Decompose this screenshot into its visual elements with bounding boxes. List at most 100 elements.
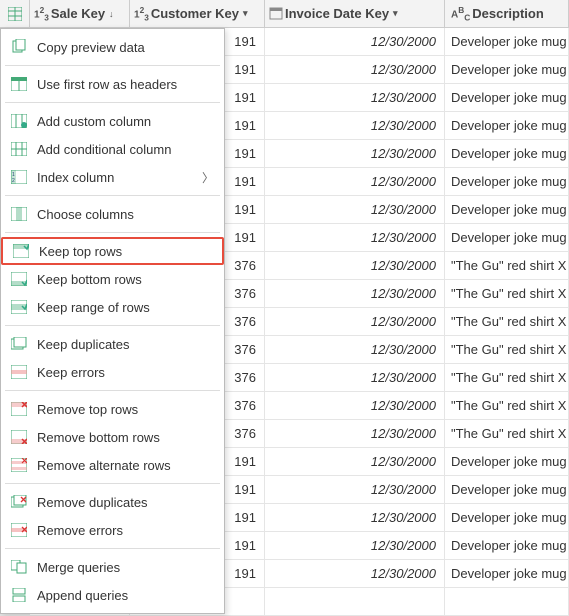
keep-duplicates-icon bbox=[9, 334, 29, 354]
menu-label: Index column bbox=[37, 170, 114, 185]
cell-invoice-date[interactable]: 12/30/2000 bbox=[265, 364, 445, 391]
menu-separator bbox=[5, 390, 220, 391]
cell-invoice-date[interactable]: 12/30/2000 bbox=[265, 28, 445, 55]
cell-invoice-date[interactable]: 12/30/2000 bbox=[265, 252, 445, 279]
menu-label: Choose columns bbox=[37, 207, 134, 222]
cell-description[interactable]: Developer joke mug bbox=[445, 448, 569, 475]
column-header-invoice-date-key[interactable]: Invoice Date Key ▾ bbox=[265, 0, 445, 27]
keep-errors-icon bbox=[9, 362, 29, 382]
cell-invoice-date[interactable]: 12/30/2000 bbox=[265, 504, 445, 531]
menu-separator bbox=[5, 548, 220, 549]
menu-label: Copy preview data bbox=[37, 40, 145, 55]
menu-label: Remove alternate rows bbox=[37, 458, 171, 473]
column-label: Customer Key bbox=[151, 6, 239, 21]
menu-merge-queries[interactable]: Merge queries bbox=[1, 553, 224, 581]
menu-label: Keep errors bbox=[37, 365, 105, 380]
copy-icon bbox=[9, 37, 29, 57]
cell-invoice-date[interactable]: 12/30/2000 bbox=[265, 196, 445, 223]
cell-description[interactable]: "The Gu" red shirt X bbox=[445, 392, 569, 419]
cell-invoice-date[interactable]: 12/30/2000 bbox=[265, 56, 445, 83]
menu-keep-bottom-rows[interactable]: Keep bottom rows bbox=[1, 265, 224, 293]
cell-invoice-date[interactable]: 12/30/2000 bbox=[265, 420, 445, 447]
merge-icon bbox=[9, 557, 29, 577]
cell-invoice-date[interactable]: 12/30/2000 bbox=[265, 392, 445, 419]
filter-dropdown-icon[interactable]: ▾ bbox=[243, 8, 248, 19]
menu-label: Add custom column bbox=[37, 114, 151, 129]
menu-label: Keep range of rows bbox=[37, 300, 150, 315]
cell-description[interactable]: Developer joke mug bbox=[445, 28, 569, 55]
menu-keep-range-of-rows[interactable]: Keep range of rows bbox=[1, 293, 224, 321]
column-header-description[interactable]: ABC Description bbox=[445, 0, 569, 27]
menu-add-custom-column[interactable]: Add custom column bbox=[1, 107, 224, 135]
menu-use-first-row-as-headers[interactable]: Use first row as headers bbox=[1, 70, 224, 98]
cell-description[interactable]: "The Gu" red shirt X bbox=[445, 280, 569, 307]
cell-invoice-date[interactable]: 12/30/2000 bbox=[265, 448, 445, 475]
cell-description[interactable]: Developer joke mug bbox=[445, 84, 569, 111]
menu-remove-errors[interactable]: Remove errors bbox=[1, 516, 224, 544]
table-menu-button[interactable] bbox=[0, 0, 30, 27]
cell-invoice-date[interactable]: 12/30/2000 bbox=[265, 84, 445, 111]
cell-description[interactable]: Developer joke mug bbox=[445, 476, 569, 503]
table-context-menu: Copy preview data Use first row as heade… bbox=[0, 28, 225, 614]
menu-label: Remove top rows bbox=[37, 402, 138, 417]
menu-remove-top-rows[interactable]: Remove top rows bbox=[1, 395, 224, 423]
cell-description[interactable]: "The Gu" red shirt X bbox=[445, 252, 569, 279]
filter-dropdown-icon[interactable]: ▾ bbox=[393, 8, 398, 19]
cell-description[interactable]: Developer joke mug bbox=[445, 532, 569, 559]
choose-columns-icon bbox=[9, 204, 29, 224]
remove-duplicates-icon bbox=[9, 492, 29, 512]
cell-description[interactable]: Developer joke mug bbox=[445, 196, 569, 223]
cell-invoice-date[interactable]: 12/30/2000 bbox=[265, 560, 445, 587]
custom-column-icon bbox=[9, 111, 29, 131]
menu-keep-duplicates[interactable]: Keep duplicates bbox=[1, 330, 224, 358]
data-grid: 123 Sale Key ↓ 123 Customer Key ▾ Invoic… bbox=[0, 0, 569, 616]
cell-description[interactable]: Developer joke mug bbox=[445, 112, 569, 139]
cell-invoice-date[interactable]: 12/30/2000 bbox=[265, 280, 445, 307]
cell-description[interactable]: "The Gu" red shirt X bbox=[445, 308, 569, 335]
menu-label: Remove errors bbox=[37, 523, 123, 538]
cell-description[interactable]: "The Gu" red shirt X bbox=[445, 420, 569, 447]
cell-description[interactable]: Developer joke mug bbox=[445, 224, 569, 251]
menu-remove-duplicates[interactable]: Remove duplicates bbox=[1, 488, 224, 516]
menu-remove-bottom-rows[interactable]: Remove bottom rows bbox=[1, 423, 224, 451]
cell-invoice-date[interactable]: 12/30/2000 bbox=[265, 140, 445, 167]
cell-invoice-date[interactable]: 12/30/2000 bbox=[265, 168, 445, 195]
cell-description[interactable]: Developer joke mug bbox=[445, 168, 569, 195]
menu-index-column[interactable]: 12 Index column 〉 bbox=[1, 163, 224, 191]
cell-description[interactable]: Developer joke mug bbox=[445, 56, 569, 83]
menu-label: Merge queries bbox=[37, 560, 120, 575]
remove-alternate-icon bbox=[9, 455, 29, 475]
headers-icon bbox=[9, 74, 29, 94]
menu-keep-top-rows[interactable]: Keep top rows bbox=[1, 237, 224, 265]
column-header-sale-key[interactable]: 123 Sale Key ↓ bbox=[30, 0, 130, 27]
menu-append-queries[interactable]: Append queries bbox=[1, 581, 224, 609]
column-label: Sale Key bbox=[51, 6, 105, 21]
conditional-column-icon bbox=[9, 139, 29, 159]
sort-desc-icon: ↓ bbox=[109, 9, 114, 19]
cell-invoice-date[interactable]: 12/30/2000 bbox=[265, 336, 445, 363]
cell-invoice-date[interactable]: 12/30/2000 bbox=[265, 476, 445, 503]
keep-top-icon bbox=[11, 241, 31, 261]
column-header-customer-key[interactable]: 123 Customer Key ▾ bbox=[130, 0, 265, 27]
cell-invoice-date[interactable]: 12/30/2000 bbox=[265, 112, 445, 139]
cell-description[interactable]: Developer joke mug bbox=[445, 140, 569, 167]
menu-separator bbox=[5, 483, 220, 484]
cell-description[interactable]: "The Gu" red shirt X bbox=[445, 336, 569, 363]
menu-label: Keep duplicates bbox=[37, 337, 130, 352]
cell-description[interactable]: Developer joke mug bbox=[445, 504, 569, 531]
menu-separator bbox=[5, 65, 220, 66]
text-type-icon: ABC bbox=[451, 5, 470, 22]
menu-add-conditional-column[interactable]: Add conditional column bbox=[1, 135, 224, 163]
cell-description[interactable]: Developer joke mug bbox=[445, 560, 569, 587]
menu-keep-errors[interactable]: Keep errors bbox=[1, 358, 224, 386]
cell-description[interactable]: "The Gu" red shirt X bbox=[445, 364, 569, 391]
cell-invoice-date[interactable]: 12/30/2000 bbox=[265, 532, 445, 559]
menu-label: Add conditional column bbox=[37, 142, 171, 157]
cell-invoice-date[interactable]: 12/30/2000 bbox=[265, 224, 445, 251]
menu-copy-preview-data[interactable]: Copy preview data bbox=[1, 33, 224, 61]
menu-label: Use first row as headers bbox=[37, 77, 177, 92]
remove-bottom-icon bbox=[9, 427, 29, 447]
cell-invoice-date[interactable]: 12/30/2000 bbox=[265, 308, 445, 335]
menu-choose-columns[interactable]: Choose columns bbox=[1, 200, 224, 228]
menu-remove-alternate-rows[interactable]: Remove alternate rows bbox=[1, 451, 224, 479]
